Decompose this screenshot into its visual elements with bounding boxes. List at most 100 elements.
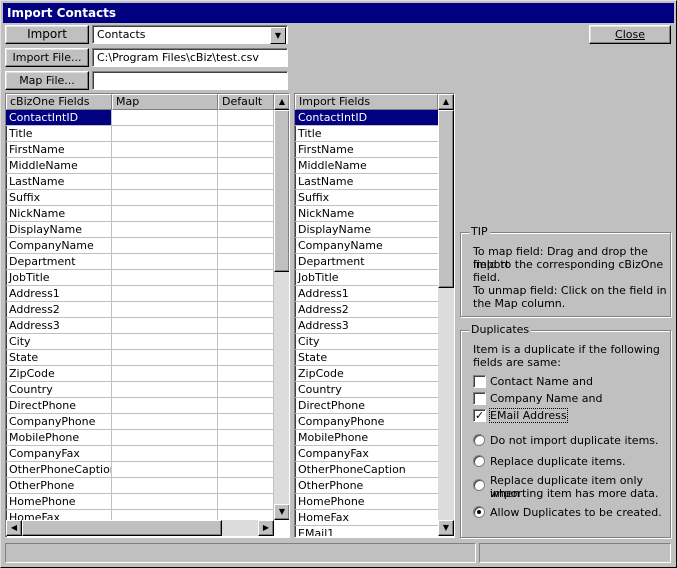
left-grid-field-cell[interactable]: OtherPhoneCaption bbox=[6, 462, 112, 478]
replace-duplicates-radio[interactable] bbox=[473, 455, 485, 467]
left-grid-map-cell[interactable] bbox=[112, 398, 218, 414]
import-field-row[interactable]: Address3 bbox=[295, 318, 438, 334]
left-horizontal-scrollbar[interactable]: ◀ ▶ bbox=[6, 520, 274, 536]
left-grid-default-cell[interactable] bbox=[218, 334, 274, 350]
left-grid-default-cell[interactable] bbox=[218, 206, 274, 222]
left-grid-field-cell[interactable]: HomePhone bbox=[6, 494, 112, 510]
left-grid-map-cell[interactable] bbox=[112, 430, 218, 446]
left-grid-field-cell[interactable]: Address1 bbox=[6, 286, 112, 302]
left-grid-default-cell[interactable] bbox=[218, 382, 274, 398]
column-header-cbizone-fields[interactable]: cBizOne Fields bbox=[6, 94, 112, 110]
left-grid-default-cell[interactable] bbox=[218, 446, 274, 462]
left-grid-default-cell[interactable] bbox=[218, 190, 274, 206]
company-name-checkbox-label[interactable]: Company Name and bbox=[490, 392, 602, 405]
left-grid-map-cell[interactable] bbox=[112, 494, 218, 510]
import-field-row[interactable]: MobilePhone bbox=[295, 430, 438, 446]
left-grid-default-cell[interactable] bbox=[218, 238, 274, 254]
left-grid-map-cell[interactable] bbox=[112, 126, 218, 142]
left-grid-default-cell[interactable] bbox=[218, 398, 274, 414]
left-grid-field-cell[interactable]: State bbox=[6, 350, 112, 366]
left-grid-default-cell[interactable] bbox=[218, 158, 274, 174]
left-grid-default-cell[interactable] bbox=[218, 110, 274, 126]
left-grid-map-cell[interactable] bbox=[112, 334, 218, 350]
left-grid-map-cell[interactable] bbox=[112, 174, 218, 190]
arrow-up-icon[interactable]: ▲ bbox=[274, 94, 289, 110]
left-grid-map-cell[interactable] bbox=[112, 462, 218, 478]
left-grid-map-cell[interactable] bbox=[112, 350, 218, 366]
allow-duplicates-radio-label[interactable]: Allow Duplicates to be created. bbox=[490, 506, 662, 519]
left-grid-map-cell[interactable] bbox=[112, 270, 218, 286]
import-field-row[interactable]: DirectPhone bbox=[295, 398, 438, 414]
import-field-row[interactable]: FirstName bbox=[295, 142, 438, 158]
left-grid-field-cell[interactable]: ContactIntID bbox=[6, 110, 112, 126]
import-field-row[interactable]: Country bbox=[295, 382, 438, 398]
import-field-row[interactable]: Department bbox=[295, 254, 438, 270]
left-grid-field-cell[interactable]: MiddleName bbox=[6, 158, 112, 174]
left-grid-field-cell[interactable]: Address2 bbox=[6, 302, 112, 318]
close-button[interactable]: Close bbox=[589, 25, 671, 44]
left-grid-default-cell[interactable] bbox=[218, 318, 274, 334]
replace-if-more-data-radio-label-2[interactable]: importing item has more data. bbox=[490, 487, 658, 500]
import-field-row[interactable]: State bbox=[295, 350, 438, 366]
import-field-row[interactable]: EMail1 bbox=[295, 526, 438, 536]
import-field-row[interactable]: ContactIntID bbox=[295, 110, 438, 126]
map-file-path-input[interactable] bbox=[92, 71, 288, 90]
left-grid-default-cell[interactable] bbox=[218, 286, 274, 302]
import-field-row[interactable]: CompanyName bbox=[295, 238, 438, 254]
left-grid-default-cell[interactable] bbox=[218, 142, 274, 158]
left-grid-map-cell[interactable] bbox=[112, 254, 218, 270]
left-grid-field-cell[interactable]: OtherPhone bbox=[6, 478, 112, 494]
contact-name-checkbox[interactable] bbox=[473, 375, 486, 388]
left-grid-default-cell[interactable] bbox=[218, 350, 274, 366]
import-field-row[interactable]: OtherPhone bbox=[295, 478, 438, 494]
left-grid-default-cell[interactable] bbox=[218, 430, 274, 446]
import-field-row[interactable]: CompanyPhone bbox=[295, 414, 438, 430]
left-grid-field-cell[interactable]: MobilePhone bbox=[6, 430, 112, 446]
chevron-down-icon[interactable]: ▼ bbox=[270, 27, 286, 44]
left-grid-field-cell[interactable]: DirectPhone bbox=[6, 398, 112, 414]
import-field-row[interactable]: Suffix bbox=[295, 190, 438, 206]
import-field-row[interactable]: MiddleName bbox=[295, 158, 438, 174]
left-grid-map-cell[interactable] bbox=[112, 302, 218, 318]
left-grid-map-cell[interactable] bbox=[112, 446, 218, 462]
left-grid-default-cell[interactable] bbox=[218, 302, 274, 318]
import-field-row[interactable]: Title bbox=[295, 126, 438, 142]
left-grid-default-cell[interactable] bbox=[218, 462, 274, 478]
left-grid-field-cell[interactable]: CompanyPhone bbox=[6, 414, 112, 430]
left-grid-default-cell[interactable] bbox=[218, 494, 274, 510]
left-grid-field-cell[interactable]: City bbox=[6, 334, 112, 350]
replace-if-more-data-radio[interactable] bbox=[473, 479, 485, 491]
left-grid-map-cell[interactable] bbox=[112, 142, 218, 158]
cbizone-fields-grid[interactable]: cBizOne Fields Map Default ContactIntID T… bbox=[5, 93, 290, 538]
left-scroll-thumb[interactable] bbox=[274, 110, 289, 272]
left-grid-field-cell[interactable]: HomeFax bbox=[6, 510, 112, 520]
column-header-default[interactable]: Default bbox=[218, 94, 274, 110]
email-address-checkbox-label[interactable]: EMail Address bbox=[489, 408, 568, 423]
import-field-row[interactable]: NickName bbox=[295, 206, 438, 222]
email-address-checkbox[interactable]: ✓ bbox=[473, 409, 486, 422]
import-field-row[interactable]: HomePhone bbox=[295, 494, 438, 510]
left-grid-default-cell[interactable] bbox=[218, 478, 274, 494]
left-grid-map-cell[interactable] bbox=[112, 510, 218, 520]
import-field-row[interactable]: CompanyFax bbox=[295, 446, 438, 462]
import-field-row[interactable]: JobTitle bbox=[295, 270, 438, 286]
left-grid-default-cell[interactable] bbox=[218, 366, 274, 382]
import-button[interactable]: Import bbox=[5, 25, 89, 44]
import-field-row[interactable]: City bbox=[295, 334, 438, 350]
allow-duplicates-radio[interactable] bbox=[473, 506, 485, 518]
left-grid-field-cell[interactable]: JobTitle bbox=[6, 270, 112, 286]
company-name-checkbox[interactable] bbox=[473, 392, 486, 405]
left-grid-field-cell[interactable]: ZipCode bbox=[6, 366, 112, 382]
import-file-button[interactable]: Import File... bbox=[5, 48, 89, 67]
left-grid-default-cell[interactable] bbox=[218, 510, 274, 520]
left-grid-map-cell[interactable] bbox=[112, 238, 218, 254]
import-field-row[interactable]: DisplayName bbox=[295, 222, 438, 238]
do-not-import-radio[interactable] bbox=[473, 434, 485, 446]
left-grid-map-cell[interactable] bbox=[112, 318, 218, 334]
contact-name-checkbox-label[interactable]: Contact Name and bbox=[490, 375, 593, 388]
left-grid-map-cell[interactable] bbox=[112, 366, 218, 382]
import-field-row[interactable]: Address2 bbox=[295, 302, 438, 318]
left-grid-default-cell[interactable] bbox=[218, 174, 274, 190]
import-field-row[interactable]: Address1 bbox=[295, 286, 438, 302]
left-grid-field-cell[interactable]: NickName bbox=[6, 206, 112, 222]
